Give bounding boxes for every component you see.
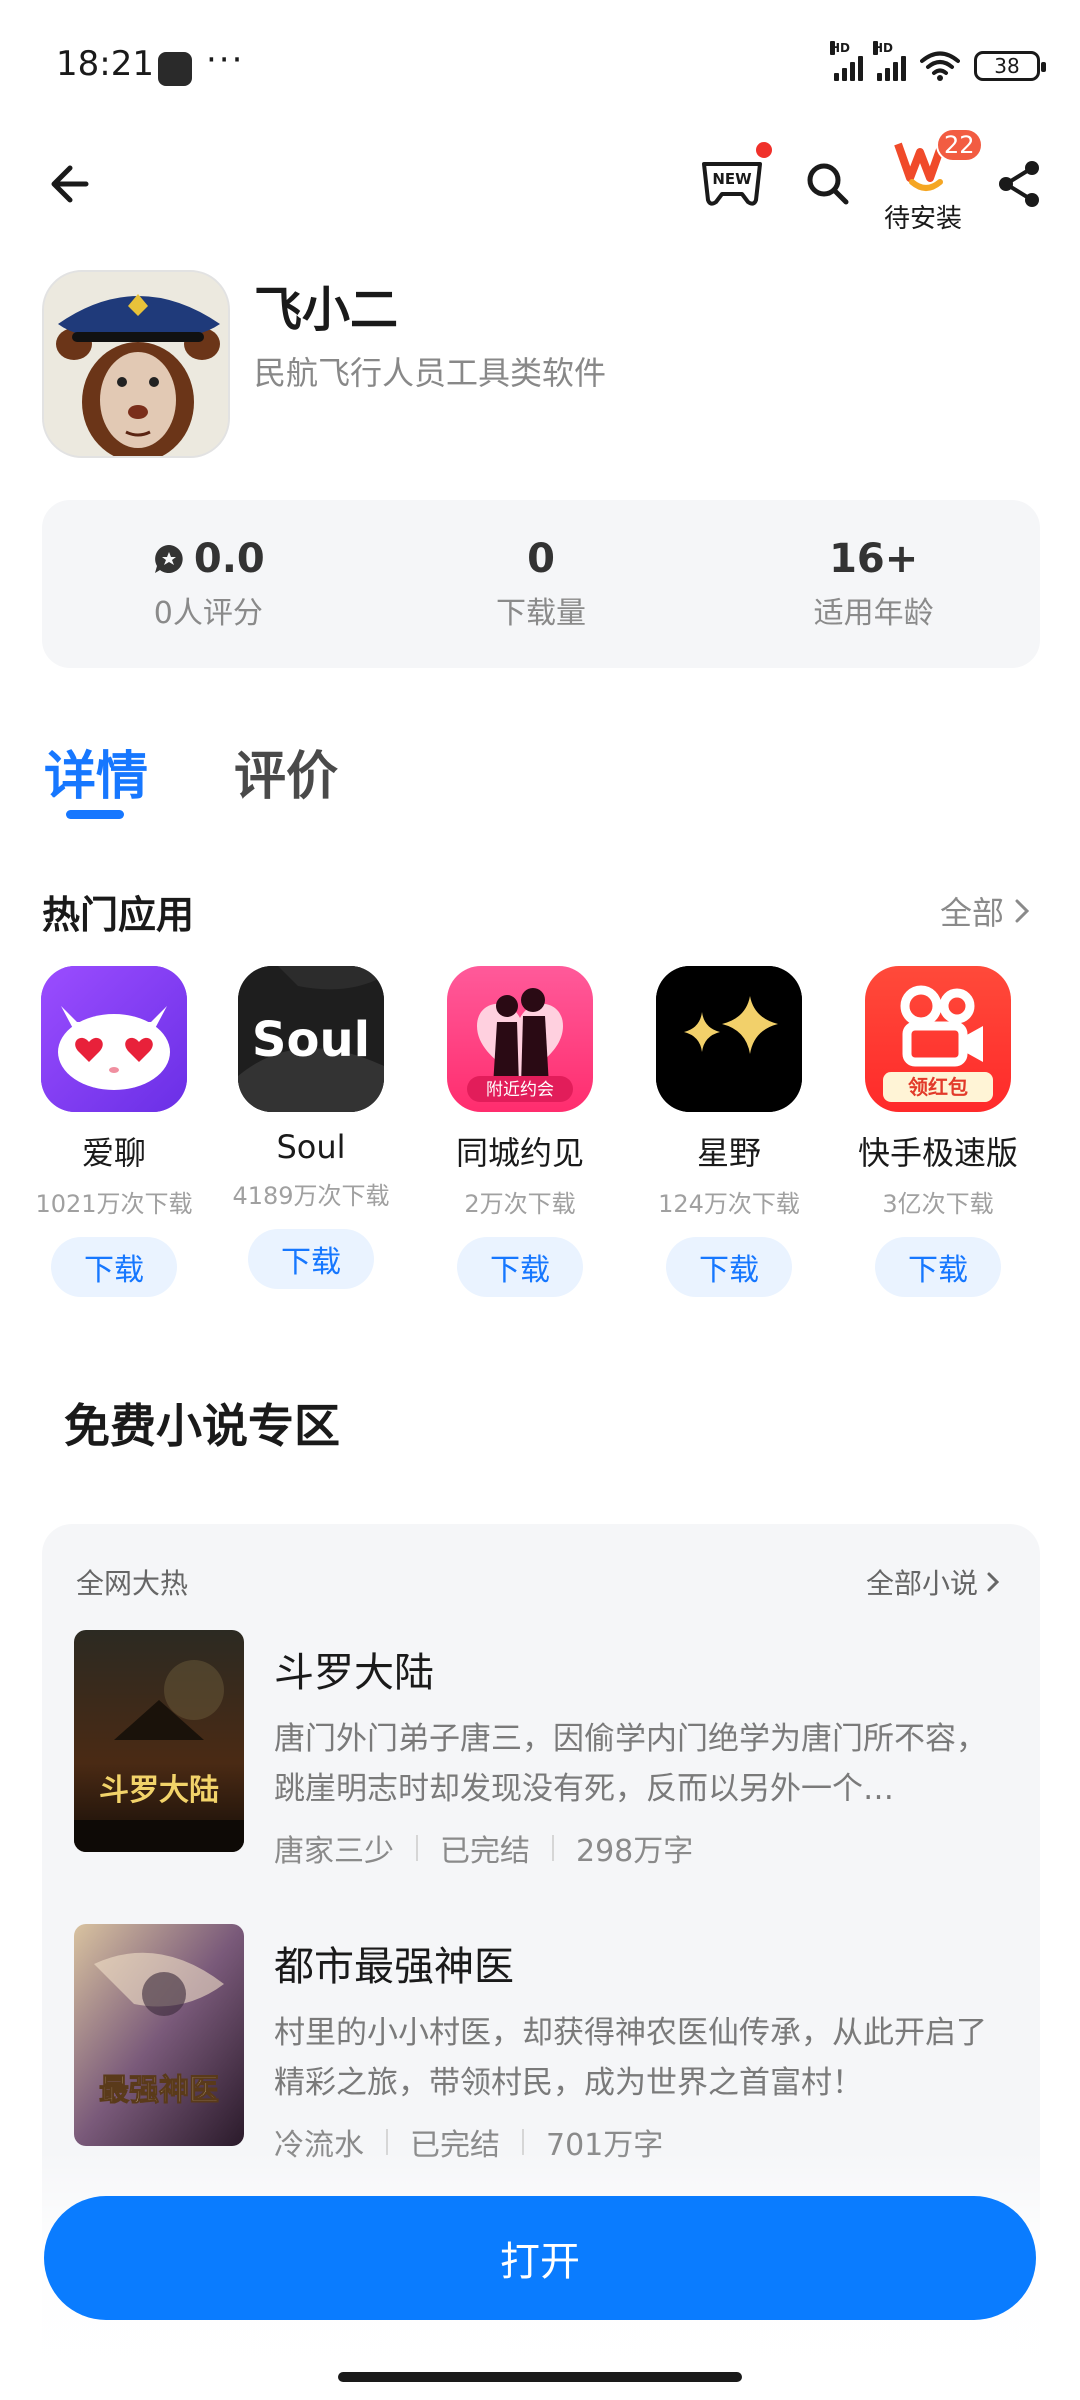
novel-meta: 唐家三少 已完结 298万字 <box>274 1826 693 1870</box>
back-arrow-icon[interactable] <box>36 154 96 214</box>
rating-stat[interactable]: 0.0 0人评分 <box>42 500 375 668</box>
novel-status: 已完结 <box>440 1834 530 1869</box>
status-more-icon: ··· <box>206 40 245 80</box>
signal-icon: HD <box>873 41 906 81</box>
open-app-button[interactable]: 打开 <box>44 2196 1036 2320</box>
dating-icon-label: 附近约会 <box>486 1080 554 1100</box>
tab-reviews[interactable]: 评价 <box>234 734 338 809</box>
app-name: 飞小二 <box>254 282 399 338</box>
download-button[interactable]: 下载 <box>51 1237 177 1297</box>
downloads-value: 0 <box>527 536 555 582</box>
novel-tag: 全网大热 <box>76 1567 189 1600</box>
hot-app-item[interactable]: Soul Soul 4189万次下载 下载 <box>211 966 411 1289</box>
all-novels-link[interactable]: 全部小说 <box>866 1562 1000 1602</box>
aoliao-app-icon <box>41 966 187 1112</box>
novel-word-count: 298万字 <box>576 1834 694 1869</box>
home-indicator[interactable] <box>338 2372 742 2382</box>
notification-app-icon <box>158 52 192 86</box>
pending-install-label: 待安装 <box>884 204 963 234</box>
novel-title: 都市最强神医 <box>274 1944 514 1990</box>
novel-cover-text: 最强神医 <box>99 2073 219 2108</box>
pending-count-badge: 22 <box>936 128 983 162</box>
novel-item[interactable]: 最强神医 都市最强神医 村里的小小村医，却获得神农医仙传承，从此开启了精彩之旅，… <box>74 1924 1014 2164</box>
hot-app-downloads: 4189万次下载 <box>232 1182 390 1210</box>
soul-logo-text: Soul <box>252 1012 370 1068</box>
app-icon <box>42 270 230 458</box>
age-label: 适用年龄 <box>813 596 934 631</box>
bear-pilot-icon <box>44 272 228 456</box>
age-stat: 16+ 适用年龄 <box>707 500 1040 668</box>
chevron-right-icon <box>1015 899 1030 923</box>
novel-item[interactable]: 斗罗大陆 斗罗大陆 唐门外门弟子唐三，因偷学内门绝学为唐门所不容，跳崖明志时却发… <box>74 1630 1014 1870</box>
novel-section-title: 免费小说专区 <box>64 1399 340 1453</box>
rating-label: 0人评分 <box>153 596 263 631</box>
hot-apps-see-all[interactable]: 全部 <box>940 888 1030 934</box>
top-action-bar: NEW 22 待安装 <box>0 128 1080 240</box>
hot-app-name: 快手极速版 <box>857 1134 1018 1172</box>
divider <box>416 1835 418 1861</box>
downloads-label: 下载量 <box>496 596 586 631</box>
download-button[interactable]: 下载 <box>666 1237 792 1297</box>
xingye-app-icon <box>656 966 802 1112</box>
signal-icon: HD <box>830 41 863 81</box>
battery-level: 38 <box>994 54 1020 78</box>
download-button[interactable]: 下载 <box>248 1229 374 1289</box>
status-bar: 18:21 ··· HD HD 38 <box>0 0 1080 130</box>
novel-cover: 斗罗大陆 <box>74 1630 244 1852</box>
dating-app-icon: 附近约会 <box>447 966 593 1112</box>
new-game-controller-icon[interactable]: NEW <box>696 152 768 212</box>
soul-app-icon: Soul <box>238 966 384 1112</box>
hot-app-item[interactable]: 爱聊 1021万次下载 下载 <box>14 966 214 1297</box>
hot-app-name: 同城约见 <box>455 1134 584 1172</box>
hd-label: HD <box>830 41 851 55</box>
novel-title: 斗罗大陆 <box>274 1650 434 1696</box>
hot-app-downloads: 1021万次下载 <box>35 1190 193 1218</box>
status-indicators: HD HD 38 <box>830 41 1046 82</box>
download-button[interactable]: 下载 <box>875 1237 1001 1297</box>
novel-description: 唐门外门弟子唐三，因偷学内门绝学为唐门所不容，跳崖明志时却发现没有死，反而以另外… <box>274 1721 987 1807</box>
hot-app-downloads: 2万次下载 <box>464 1190 576 1218</box>
hot-app-downloads: 124万次下载 <box>658 1190 800 1218</box>
pending-install-button[interactable]: 22 待安装 <box>880 128 983 240</box>
novel-cover-text: 斗罗大陆 <box>99 1773 219 1808</box>
app-detail-page: 18:21 ··· HD HD 38 NEW 22 待安装 飞小二 民航飞行人员… <box>0 0 1080 2400</box>
tab-active-indicator <box>66 810 124 819</box>
hot-app-name: Soul <box>276 1128 346 1166</box>
rating-bubble-icon <box>154 545 183 573</box>
tab-detail[interactable]: 详情 <box>44 734 148 809</box>
chevron-right-icon <box>987 1572 1000 1592</box>
download-button[interactable]: 下载 <box>457 1237 583 1297</box>
hot-app-item[interactable]: 星野 124万次下载 下载 <box>629 966 829 1297</box>
hot-apps-title: 热门应用 <box>42 893 195 937</box>
hot-app-name: 星野 <box>696 1134 761 1172</box>
battery-icon: 38 <box>974 51 1046 81</box>
app-stats-card: 0.0 0人评分 0 下载量 16+ 适用年龄 <box>42 500 1040 668</box>
all-novels-label: 全部小说 <box>865 1567 978 1600</box>
search-icon[interactable] <box>800 156 856 212</box>
share-icon[interactable] <box>992 156 1048 212</box>
status-time: 18:21 <box>56 44 154 84</box>
hot-app-downloads: 3亿次下载 <box>882 1190 994 1218</box>
divider <box>552 1835 554 1861</box>
rating-value: 0.0 <box>193 536 265 582</box>
new-notification-dot <box>756 142 772 158</box>
new-label: NEW <box>712 170 752 188</box>
see-all-label: 全部 <box>939 894 1004 932</box>
novel-cover: 最强神医 <box>74 1924 244 2146</box>
wifi-icon <box>920 51 960 81</box>
age-value: 16+ <box>829 536 919 582</box>
kuaishou-app-icon: 领红包 <box>865 966 1011 1112</box>
kuaishou-icon-label: 领红包 <box>908 1075 968 1099</box>
hot-app-item[interactable]: 附近约会 同城约见 2万次下载 下载 <box>420 966 620 1297</box>
hd-label: HD <box>873 41 894 55</box>
app-subtitle: 民航飞行人员工具类软件 <box>254 354 607 392</box>
hot-app-item[interactable]: 领红包 快手极速版 3亿次下载 下载 <box>838 966 1038 1297</box>
novel-description: 村里的小小村医，却获得神农医仙传承，从此开启了精彩之旅，带领村民，成为世界之首富… <box>274 2015 987 2101</box>
downloads-stat: 0 下载量 <box>375 500 708 668</box>
novel-author: 唐家三少 <box>274 1834 394 1869</box>
hot-app-name: 爱聊 <box>81 1134 146 1172</box>
